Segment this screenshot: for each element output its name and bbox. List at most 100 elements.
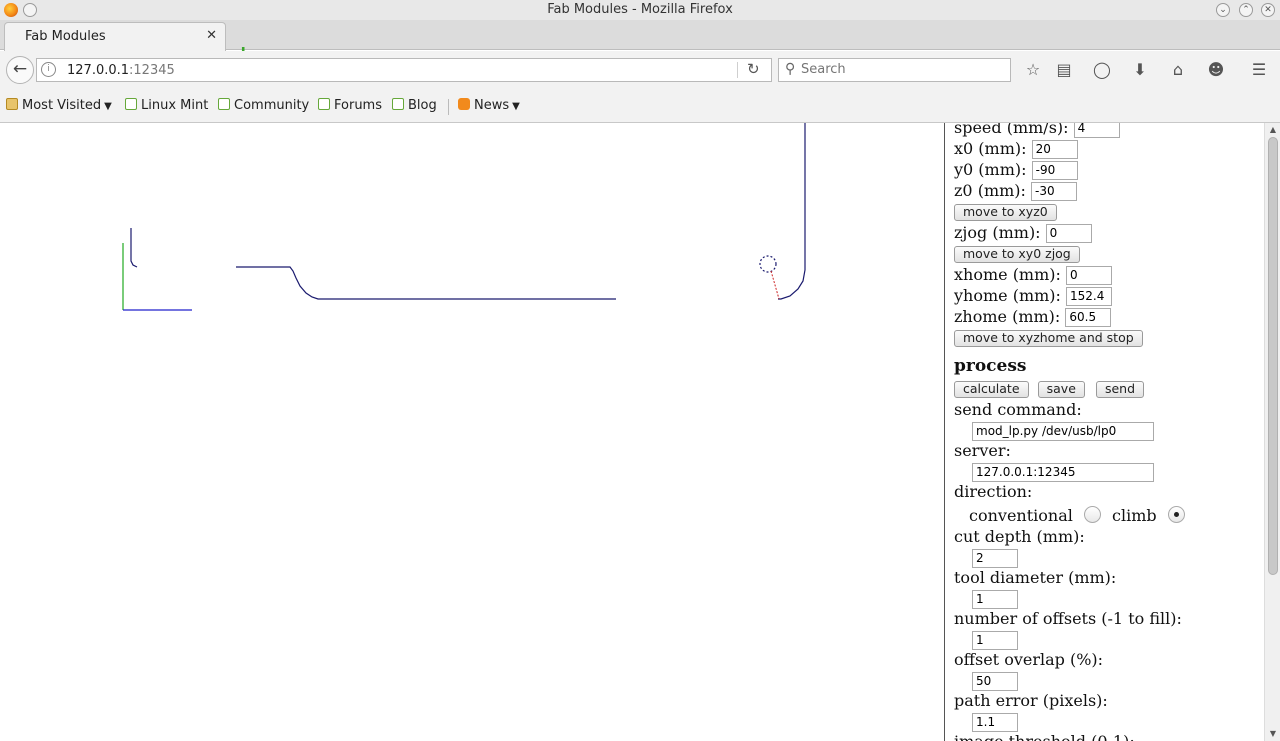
search-bar[interactable]: ⚲ bbox=[778, 58, 1011, 82]
mint-icon bbox=[392, 98, 404, 110]
x0-row: x0 (mm): bbox=[954, 138, 1254, 159]
navigation-toolbar: ← i 127.0.0.1:12345 ↻ ⚲ ☆ ▤ ◯ ⬇ ⌂ ☻ ☰ bbox=[0, 51, 1280, 89]
send-command-input[interactable] bbox=[972, 421, 1154, 441]
yhome-label: yhome (mm): bbox=[954, 286, 1061, 305]
reload-icon[interactable]: ↻ bbox=[747, 60, 760, 78]
move-to-xy0-zjog-button[interactable]: move to xy0 zjog bbox=[954, 245, 1080, 263]
bookmark-news[interactable]: News ▼ bbox=[458, 98, 520, 113]
threshold-label: image threshold (0-1): bbox=[954, 731, 1254, 741]
toolpath-segment bbox=[778, 123, 806, 300]
panel-scrollbar[interactable]: ▲ ▼ bbox=[1264, 123, 1280, 741]
move-to-xyzhome-button[interactable]: move to xyzhome and stop bbox=[954, 329, 1143, 347]
cut-depth-input[interactable] bbox=[972, 548, 1018, 568]
scrollbar-thumb[interactable] bbox=[1268, 137, 1278, 575]
offsets-input[interactable] bbox=[972, 630, 1018, 650]
url-bar[interactable]: i 127.0.0.1:12345 ↻ bbox=[36, 58, 772, 82]
yhome-row: yhome (mm): bbox=[954, 285, 1254, 306]
send-command-label: send command: bbox=[954, 400, 1082, 419]
zjog-row: zjog (mm): bbox=[954, 222, 1254, 243]
z0-label: z0 (mm): bbox=[954, 181, 1026, 200]
tab-strip: Fab Modules ✕ + bbox=[0, 20, 1280, 66]
y0-input[interactable] bbox=[1031, 160, 1078, 180]
search-input[interactable] bbox=[801, 62, 1001, 77]
direction-options: conventional climb bbox=[954, 502, 1254, 526]
conventional-label: conventional bbox=[969, 506, 1073, 525]
bookmark-blog[interactable]: Blog bbox=[392, 98, 437, 113]
zhome-input[interactable] bbox=[1065, 307, 1112, 327]
scroll-down-icon[interactable]: ▼ bbox=[1265, 727, 1280, 741]
rss-icon bbox=[458, 98, 470, 110]
back-button[interactable]: ← bbox=[6, 56, 34, 84]
window-title: Fab Modules - Mozilla Firefox bbox=[547, 2, 733, 17]
calculate-button[interactable]: calculate bbox=[954, 380, 1029, 398]
downloads-icon[interactable]: ⬇ bbox=[1130, 60, 1150, 80]
save-button[interactable]: save bbox=[1037, 380, 1085, 398]
reading-list-icon[interactable]: ▤ bbox=[1054, 60, 1074, 80]
yhome-input[interactable] bbox=[1066, 286, 1113, 306]
server-input[interactable] bbox=[972, 462, 1154, 482]
chevron-down-icon: ▼ bbox=[512, 101, 520, 112]
tab-label: Fab Modules bbox=[25, 29, 106, 44]
zjog-label: zjog (mm): bbox=[954, 223, 1041, 242]
close-tab-icon[interactable]: ✕ bbox=[206, 28, 217, 43]
zjog-input[interactable] bbox=[1045, 223, 1092, 243]
mint-icon bbox=[318, 98, 330, 110]
y0-label: y0 (mm): bbox=[954, 160, 1027, 179]
window-titlebar: Fab Modules - Mozilla Firefox ⌄ ⌃ ✕ bbox=[0, 0, 1280, 20]
path-error-input[interactable] bbox=[972, 712, 1018, 732]
bookmarks-toolbar: Most Visited ▼ Linux Mint Community Forum… bbox=[0, 89, 1280, 123]
toolpath-segment bbox=[130, 228, 138, 268]
toolpath-canvas[interactable] bbox=[0, 123, 944, 741]
url-host: 127.0.0.1 bbox=[67, 63, 130, 78]
bookmark-star-icon[interactable]: ☆ bbox=[1023, 60, 1043, 80]
bookmark-separator bbox=[448, 99, 449, 115]
xhome-input[interactable] bbox=[1066, 265, 1112, 285]
path-error-label: path error (pixels): bbox=[954, 691, 1108, 710]
tool-diameter-input[interactable] bbox=[972, 589, 1018, 609]
speed-input[interactable] bbox=[1073, 123, 1120, 138]
process-buttons: calculate save send bbox=[954, 378, 1254, 399]
pocket-icon[interactable]: ◯ bbox=[1092, 60, 1112, 80]
speed-row: speed (mm/s): bbox=[954, 123, 1254, 138]
fab-modules-control-panel: speed (mm/s): x0 (mm): y0 (mm): z0 (mm):… bbox=[944, 123, 1264, 741]
xhome-label: xhome (mm): bbox=[954, 265, 1061, 284]
back-arrow-icon: ← bbox=[12, 59, 28, 79]
search-icon: ⚲ bbox=[785, 61, 796, 77]
minimize-icon[interactable]: ⌄ bbox=[1216, 3, 1230, 17]
bookmark-linux-mint[interactable]: Linux Mint bbox=[125, 98, 208, 113]
url-text[interactable]: 127.0.0.1:12345 bbox=[67, 63, 175, 78]
bookmark-forums[interactable]: Forums bbox=[318, 98, 382, 113]
zhome-label: zhome (mm): bbox=[954, 307, 1061, 326]
tool-diameter-label: tool diameter (mm): bbox=[954, 568, 1117, 587]
scroll-up-icon[interactable]: ▲ bbox=[1265, 123, 1280, 137]
url-divider bbox=[737, 62, 738, 78]
toolpath-drawing bbox=[122, 123, 806, 311]
rapid-move-line bbox=[770, 270, 780, 300]
z0-row: z0 (mm): bbox=[954, 180, 1254, 201]
move-to-xyz0-button[interactable]: move to xyz0 bbox=[954, 203, 1057, 221]
x0-input[interactable] bbox=[1031, 139, 1078, 159]
toolpath-segment bbox=[236, 266, 616, 300]
mint-icon bbox=[125, 98, 137, 110]
bookmark-most-visited[interactable]: Most Visited ▼ bbox=[6, 98, 112, 113]
direction-label: direction: bbox=[954, 482, 1033, 501]
overlap-input[interactable] bbox=[972, 671, 1018, 691]
chat-icon[interactable]: ☻ bbox=[1206, 60, 1226, 80]
hamburger-menu-icon[interactable]: ☰ bbox=[1249, 60, 1269, 80]
server-label: server: bbox=[954, 441, 1011, 460]
close-window-icon[interactable]: ✕ bbox=[1261, 3, 1275, 17]
tab-fab-modules[interactable]: Fab Modules ✕ bbox=[4, 22, 226, 51]
climb-label: climb bbox=[1112, 506, 1157, 525]
y0-row: y0 (mm): bbox=[954, 159, 1254, 180]
site-info-icon[interactable]: i bbox=[41, 62, 56, 77]
bookmark-community[interactable]: Community bbox=[218, 98, 309, 113]
send-button[interactable]: send bbox=[1095, 380, 1145, 398]
home-icon[interactable]: ⌂ bbox=[1168, 60, 1188, 80]
cut-depth-label: cut depth (mm): bbox=[954, 527, 1085, 546]
conventional-radio[interactable] bbox=[1083, 506, 1101, 523]
maximize-icon[interactable]: ⌃ bbox=[1239, 3, 1253, 17]
z0-input[interactable] bbox=[1031, 181, 1078, 201]
zhome-row: zhome (mm): bbox=[954, 306, 1254, 327]
climb-radio[interactable] bbox=[1167, 506, 1185, 523]
speed-label: speed (mm/s): bbox=[954, 123, 1069, 137]
